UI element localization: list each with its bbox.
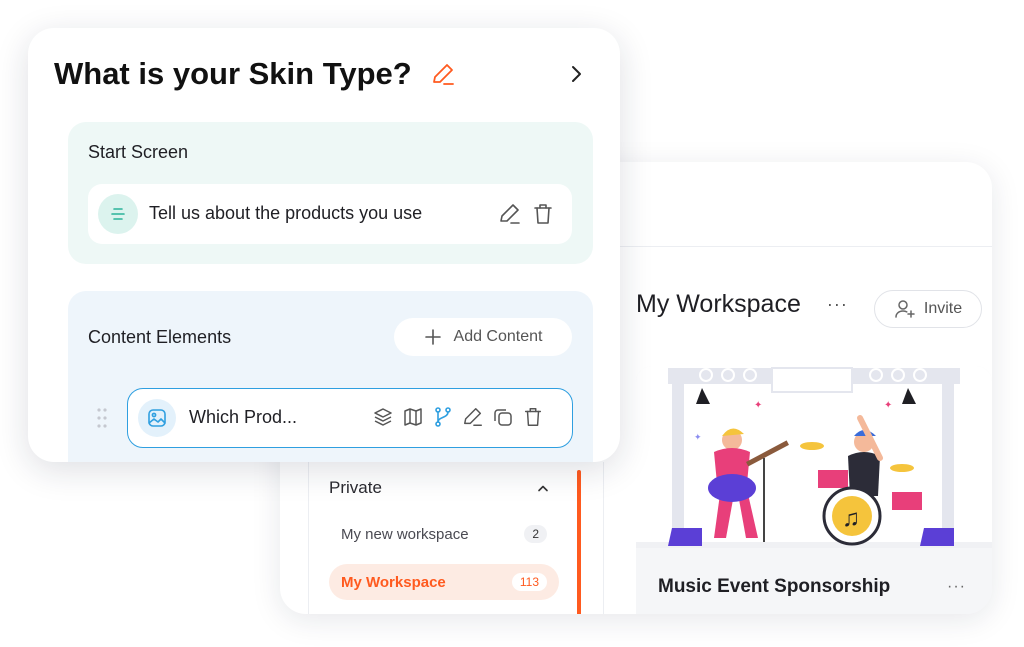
chevron-up-icon bbox=[538, 485, 548, 492]
start-screen-section: Start Screen Tell us about the products … bbox=[68, 122, 593, 264]
content-elements-section: Content Elements Add Content Which Prod.… bbox=[68, 291, 593, 462]
sidebar-item-my-new-workspace[interactable]: My new workspace 2 bbox=[329, 516, 559, 552]
start-screen-item[interactable]: Tell us about the products you use bbox=[88, 184, 572, 244]
invite-button[interactable]: Invite bbox=[874, 290, 982, 328]
drag-handle-icon[interactable] bbox=[96, 407, 108, 429]
start-item-text: Tell us about the products you use bbox=[149, 203, 423, 223]
quiz-title: What is your Skin Type? bbox=[54, 56, 412, 91]
private-section-title: Private bbox=[329, 478, 382, 497]
private-section-header[interactable]: Private bbox=[329, 478, 549, 498]
element-item-badge bbox=[138, 399, 176, 437]
plus-icon bbox=[424, 329, 441, 345]
trash-icon[interactable] bbox=[522, 406, 544, 428]
workspace-header: My Workspace ··· bbox=[636, 290, 848, 319]
duplicate-icon[interactable] bbox=[492, 406, 514, 428]
image-icon bbox=[148, 409, 166, 427]
workspace-item-count: 113 bbox=[511, 573, 547, 591]
element-toolbar bbox=[372, 406, 544, 428]
workspace-item-count: 2 bbox=[524, 525, 547, 543]
add-user-icon bbox=[895, 300, 915, 318]
sidebar-item-my-workspace[interactable]: My Workspace 113 bbox=[329, 564, 559, 600]
workspace-item-name: My new workspace bbox=[341, 525, 469, 543]
add-content-button[interactable]: Add Content bbox=[394, 318, 572, 356]
workspace-more-button[interactable]: ··· bbox=[827, 294, 848, 315]
text-lines-icon bbox=[111, 208, 125, 220]
branch-icon[interactable] bbox=[432, 406, 454, 428]
map-icon[interactable] bbox=[402, 406, 424, 428]
content-element-item[interactable]: Which Prod... bbox=[127, 388, 573, 448]
event-card-footer: Music Event Sponsorship ··· bbox=[636, 548, 992, 614]
workspace-sidebar: Private My new workspace 2 My Workspace … bbox=[308, 462, 604, 614]
event-card[interactable]: ✦ ✦ ✦ ✦ bbox=[636, 366, 992, 614]
pencil-icon[interactable] bbox=[462, 406, 484, 428]
layers-icon[interactable] bbox=[372, 406, 394, 428]
pencil-icon[interactable] bbox=[430, 62, 456, 88]
add-content-label: Add Content bbox=[453, 328, 543, 345]
workspace-title: My Workspace bbox=[636, 290, 801, 318]
event-illustration: ✦ ✦ ✦ ✦ bbox=[636, 366, 992, 548]
svg-text:✦: ✦ bbox=[694, 432, 702, 442]
content-elements-label: Content Elements bbox=[88, 327, 232, 347]
svg-text:✦: ✦ bbox=[754, 400, 762, 411]
start-item-badge bbox=[98, 194, 138, 234]
quiz-builder-panel: What is your Skin Type? Start Screen Tel… bbox=[28, 28, 620, 462]
element-item-text: Which Prod... bbox=[189, 407, 298, 427]
pencil-icon[interactable] bbox=[498, 202, 522, 226]
start-screen-label: Start Screen bbox=[88, 142, 189, 162]
svg-text:♫: ♫ bbox=[842, 505, 860, 532]
event-card-more-button[interactable]: ··· bbox=[947, 578, 966, 596]
invite-label: Invite bbox=[923, 300, 963, 317]
header-divider bbox=[620, 246, 992, 247]
sidebar-scrollbar[interactable] bbox=[577, 470, 581, 614]
chevron-right-icon[interactable] bbox=[568, 64, 584, 84]
trash-icon[interactable] bbox=[532, 202, 554, 226]
concert-illustration: ✦ ✦ ✦ ✦ bbox=[636, 367, 992, 548]
svg-text:✦: ✦ bbox=[884, 400, 892, 411]
event-card-title: Music Event Sponsorship bbox=[658, 576, 891, 597]
workspace-item-name: My Workspace bbox=[341, 573, 446, 591]
